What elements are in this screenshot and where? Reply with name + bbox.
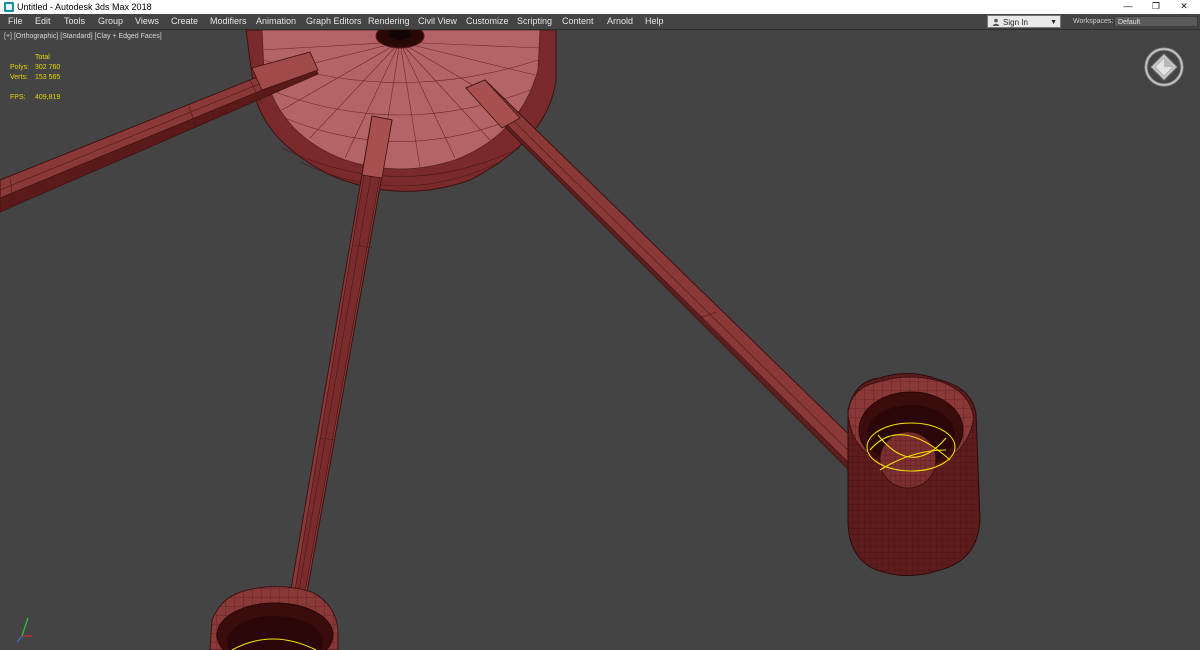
menu-help[interactable]: Help <box>645 14 664 29</box>
title-bar: Untitled - Autodesk 3ds Max 2018 — ❐ ✕ <box>0 0 1200 14</box>
pot-right[interactable] <box>847 373 981 577</box>
window-title: Untitled - Autodesk 3ds Max 2018 <box>17 2 152 12</box>
viewport-shading-menu[interactable]: [Standard] <box>60 33 92 40</box>
stats-overlay: Total Polys: 302 760 Verts: 153 565 FPS:… <box>10 53 90 103</box>
workspaces-dropdown[interactable]: Default <box>1114 16 1198 27</box>
menu-create[interactable]: Create <box>171 14 198 29</box>
menu-animation[interactable]: Animation <box>256 14 296 29</box>
pot-bottom[interactable] <box>209 585 339 650</box>
arm-right[interactable] <box>465 79 871 474</box>
polys-label: Polys: <box>10 64 30 71</box>
menu-customize[interactable]: Customize <box>466 14 509 29</box>
chevron-down-icon: ▼ <box>1050 19 1057 26</box>
workspaces-label: Workspaces: <box>1073 18 1114 25</box>
minimize-button[interactable]: — <box>1114 0 1142 14</box>
restore-button[interactable]: ❐ <box>1142 0 1170 14</box>
fps-label: FPS: <box>10 94 26 101</box>
menu-content[interactable]: Content <box>562 14 594 29</box>
menu-views[interactable]: Views <box>135 14 159 29</box>
axis-tripod-icon <box>16 617 32 643</box>
menu-group[interactable]: Group <box>98 14 123 29</box>
menu-bar: File Edit Tools Group Views Create Modif… <box>0 14 1200 30</box>
sign-in-label: Sign In <box>1003 18 1028 27</box>
viewcube-icon[interactable] <box>1143 46 1185 88</box>
menu-file[interactable]: File <box>8 14 23 29</box>
menu-rendering[interactable]: Rendering <box>368 14 410 29</box>
polys-value: 302 760 <box>35 64 61 71</box>
viewport-perspective[interactable]: [+] [Orthographic] [Standard] [Clay + Ed… <box>0 30 1200 650</box>
scene-canvas[interactable] <box>0 30 1200 650</box>
menu-graph-editors[interactable]: Graph Editors <box>306 14 362 29</box>
viewport-label: [+] [Orthographic] [Standard] [Clay + Ed… <box>4 33 162 40</box>
stats-header: Total <box>35 54 50 61</box>
fps-value: 409,819 <box>35 94 61 101</box>
arm-center[interactable] <box>285 115 393 621</box>
user-icon <box>992 18 1000 26</box>
close-button[interactable]: ✕ <box>1170 0 1198 14</box>
menu-scripting[interactable]: Scripting <box>517 14 552 29</box>
verts-label: Verts: <box>10 74 28 81</box>
verts-value: 153 565 <box>35 74 61 81</box>
sign-in-button[interactable]: Sign In ▼ <box>987 15 1061 28</box>
viewport-view-menu[interactable]: [Orthographic] <box>14 33 58 40</box>
menu-arnold[interactable]: Arnold <box>607 14 633 29</box>
menu-civil-view[interactable]: Civil View <box>418 14 457 29</box>
app-logo-icon <box>4 2 14 12</box>
viewport-mode-menu[interactable]: [Clay + Edged Faces] <box>95 33 162 40</box>
viewport-general-menu[interactable]: [+] <box>4 33 12 40</box>
menu-modifiers[interactable]: Modifiers <box>210 14 247 29</box>
menu-tools[interactable]: Tools <box>64 14 85 29</box>
menu-edit[interactable]: Edit <box>35 14 51 29</box>
